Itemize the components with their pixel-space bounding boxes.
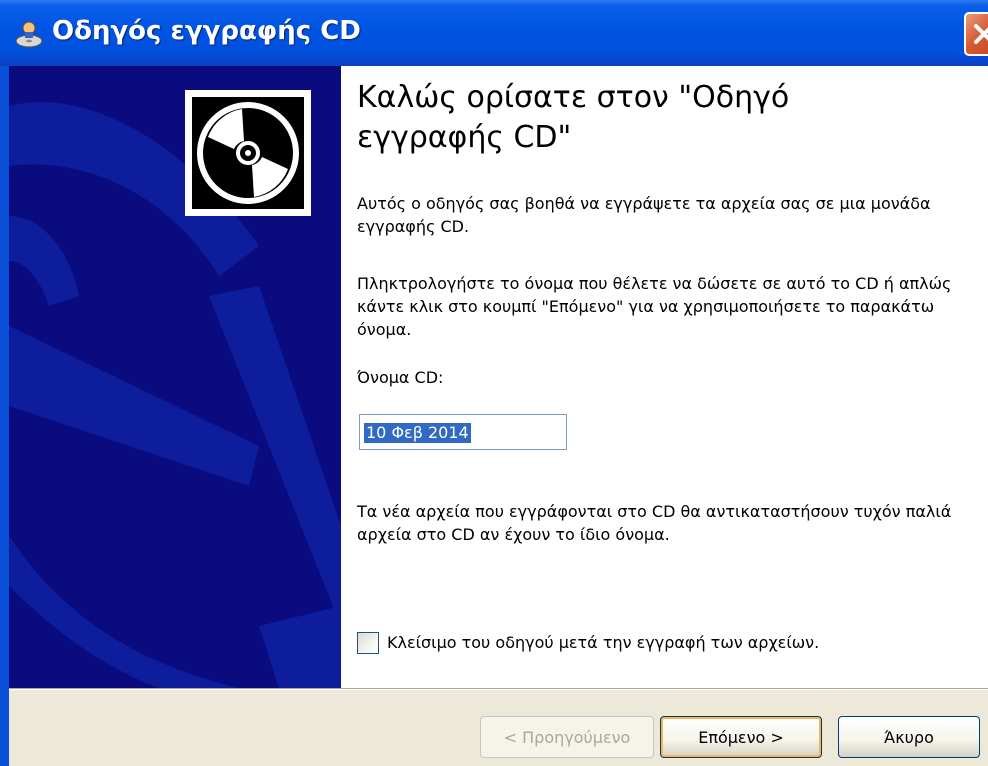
cd-name-label: Όνομα CD:: [357, 368, 444, 387]
close-button[interactable]: [964, 12, 988, 56]
cd-name-input[interactable]: 10 Φεβ 2014: [359, 414, 567, 450]
cd-name-value[interactable]: 10 Φεβ 2014: [364, 423, 471, 443]
cd-logo: [185, 90, 311, 216]
next-button[interactable]: Επόμενο >: [660, 716, 822, 758]
wizard-heading: Καλώς ορίσατε στον "Οδηγό εγγραφής CD": [357, 80, 790, 155]
window-frame-left: [0, 66, 9, 766]
wizard-side-panel: [9, 66, 341, 688]
intro-text: Αυτός ο οδηγός σας βοηθά να εγγράψετε τα…: [357, 194, 931, 236]
close-after-write-label[interactable]: Κλείσιμο του οδηγού μετά την εγγραφή των…: [387, 630, 819, 656]
window-title: Οδηγός εγγραφής CD: [52, 16, 361, 46]
instruction-text: Πληκτρολογήστε το όνομα που θέλετε να δώ…: [357, 274, 952, 339]
button-separator: [9, 688, 988, 690]
wizard-content: Καλώς ορίσατε στον "Οδηγό εγγραφής CD" Α…: [341, 66, 988, 688]
overwrite-note: Τα νέα αρχεία που εγγράφονται στο CD θα …: [357, 502, 952, 544]
title-bar[interactable]: Οδηγός εγγραφής CD: [0, 0, 988, 66]
cd-burn-icon: [14, 20, 44, 48]
close-icon: [974, 24, 988, 44]
cancel-button[interactable]: Άκυρο: [838, 716, 980, 758]
back-button[interactable]: < Προηγούμενο: [480, 716, 654, 758]
close-after-write-checkbox[interactable]: [357, 632, 379, 654]
cd-disc-icon: [197, 102, 299, 204]
